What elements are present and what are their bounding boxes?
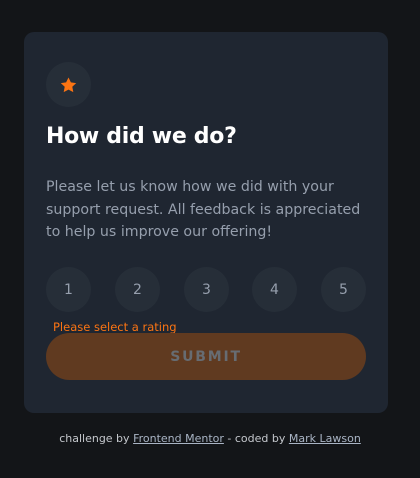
- frontend-mentor-link[interactable]: Frontend Mentor: [133, 432, 224, 445]
- footer-middle: - coded by: [227, 432, 286, 445]
- card-title: How did we do?: [46, 124, 237, 149]
- rating-options: 1 2 3 4 5: [46, 267, 366, 312]
- rating-error-message: Please select a rating: [53, 320, 177, 334]
- card-description: Please let us know how we did with your …: [46, 179, 361, 240]
- rating-button-2[interactable]: 2: [115, 267, 160, 312]
- author-link[interactable]: Mark Lawson: [289, 432, 361, 445]
- rating-button-1[interactable]: 1: [46, 267, 91, 312]
- star-icon: [60, 77, 77, 92]
- star-icon-container: [46, 62, 91, 107]
- rating-button-5[interactable]: 5: [321, 267, 366, 312]
- submit-button[interactable]: SUBMIT: [46, 333, 366, 380]
- rating-button-4[interactable]: 4: [252, 267, 297, 312]
- footer-prefix: challenge by: [59, 432, 130, 445]
- rating-button-3[interactable]: 3: [184, 267, 229, 312]
- attribution-footer: challenge by Frontend Mentor - coded by …: [0, 432, 420, 445]
- rating-card: How did we do? Please let us know how we…: [24, 32, 388, 413]
